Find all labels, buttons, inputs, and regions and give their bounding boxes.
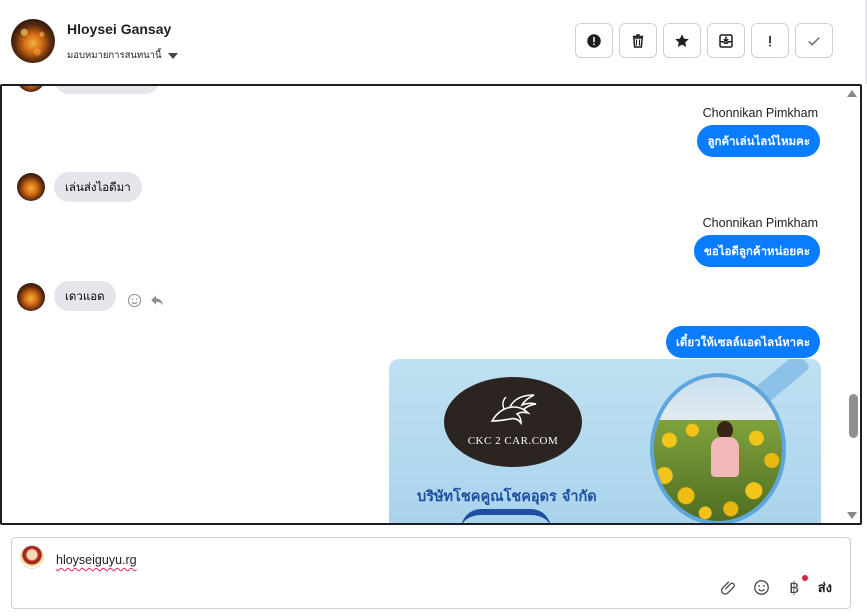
conversation-header: Hloysei Gansay มอบหมายการสนทนานี้ [0, 0, 867, 84]
star-button[interactable] [663, 23, 701, 58]
caret-down-icon [167, 52, 178, 59]
assign-label: มอบหมายการสนทนานี้ [67, 50, 162, 61]
exclamation-icon [769, 35, 771, 46]
reply-icon[interactable] [149, 292, 166, 309]
contact-avatar-small[interactable] [17, 283, 45, 311]
incoming-message-bubble[interactable]: เล่นส่งไอดีมา [54, 172, 142, 202]
outgoing-message-bubble[interactable]: เดี๋ยวให้เซลล์แอดไลน์หาคะ [665, 326, 820, 358]
incoming-message-bubble [54, 86, 160, 94]
message-composer[interactable]: hloyseiguyu.rg ฿ ส่ง [11, 537, 851, 609]
baht-icon: ฿ [789, 578, 800, 597]
message-thread[interactable]: Chonnikan Pimkham ลูกค้าเล่นไลน์ไหมคะ เล… [0, 84, 862, 525]
incoming-message-bubble[interactable]: เดวแอด [54, 281, 116, 311]
company-logo: CKC 2 CAR.COM [444, 377, 582, 467]
thread-scrollbar[interactable] [846, 86, 860, 523]
contact-name[interactable]: Hloysei Gansay [67, 21, 171, 37]
payment-request-button[interactable]: ฿ [785, 575, 808, 597]
person-figure [708, 421, 742, 485]
scroll-down-arrow-icon[interactable] [847, 512, 857, 519]
inbox-conversation-window: Hloysei Gansay มอบหมายการสนทนานี้ Chonni… [0, 0, 867, 616]
send-button[interactable]: ส่ง [818, 577, 832, 598]
page-avatar [20, 545, 44, 569]
partial-headline-text [461, 509, 551, 523]
composer-actions: ฿ ส่ง [719, 575, 832, 598]
message-actions [126, 292, 166, 309]
notification-dot [801, 575, 808, 581]
message-sender-name: Chonnikan Pimkham [702, 216, 818, 230]
trash-icon [632, 33, 644, 48]
scroll-up-arrow-icon[interactable] [847, 90, 857, 97]
outgoing-message-bubble[interactable]: ขอไอดีลูกค้าหน่อยคะ [693, 235, 820, 267]
scrollbar-thumb[interactable] [849, 394, 858, 438]
star-icon [675, 33, 689, 47]
sunflower-photo [650, 373, 786, 523]
contact-avatar-small[interactable] [17, 173, 45, 201]
conversation-toolbar [575, 23, 833, 58]
outgoing-message-bubble[interactable]: ลูกค้าเล่นไลน์ไหมคะ [697, 125, 820, 157]
emoji-react-icon[interactable] [126, 292, 143, 309]
delete-button[interactable] [619, 23, 657, 58]
image-attachment[interactable]: CKC 2 CAR.COM บริษัทโชคคูณโชคอุดร จำกัด [389, 359, 821, 523]
mark-spam-button[interactable] [575, 23, 613, 58]
alert-circle-icon [587, 33, 601, 48]
message-sender-name: Chonnikan Pimkham [702, 106, 818, 120]
paperclip-icon[interactable] [719, 578, 738, 597]
emoji-icon[interactable] [752, 578, 771, 597]
message-input[interactable]: hloyseiguyu.rg [56, 553, 137, 567]
logo-text: CKC 2 CAR.COM [467, 435, 559, 447]
pegasus-logo-icon [490, 394, 537, 426]
company-name-text: บริษัทโชคคูณโชคอุดร จำกัด [417, 489, 597, 505]
done-button[interactable] [795, 23, 833, 58]
contact-avatar-small [17, 86, 45, 92]
assign-conversation-dropdown[interactable]: มอบหมายการสนทนานี้ [67, 48, 178, 63]
check-icon [808, 36, 820, 46]
archive-button[interactable] [707, 23, 745, 58]
archive-icon [719, 33, 733, 48]
follow-up-button[interactable] [751, 23, 789, 58]
contact-avatar[interactable] [11, 19, 55, 63]
